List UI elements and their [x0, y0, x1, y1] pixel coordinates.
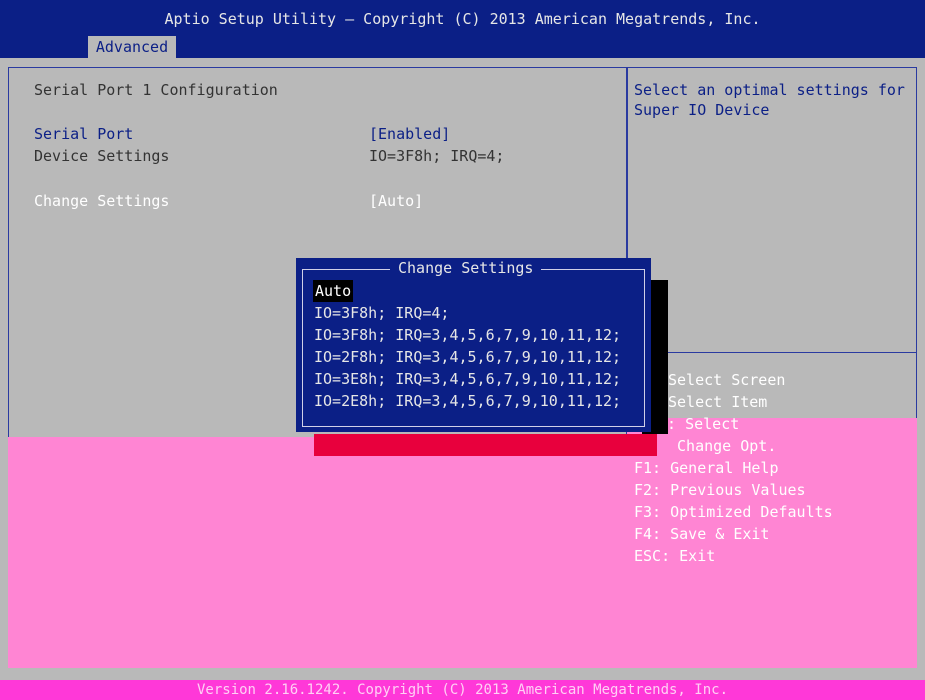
help-key-select-screen: Select Screen — [668, 371, 786, 389]
help-key-f2: F2: Previous Values — [634, 481, 806, 499]
popup-option-4[interactable]: IO=3E8h; IRQ=3,4,5,6,7,9,10,11,12; — [314, 368, 621, 390]
glitch-red-bar — [314, 434, 657, 456]
section-title: Serial Port 1 Configuration — [34, 81, 278, 99]
help-divider — [627, 352, 917, 353]
help-key-f4: F4: Save & Exit — [634, 525, 770, 543]
app-title: Aptio Setup Utility – Copyright (C) 2013… — [164, 10, 761, 28]
popup-option-2[interactable]: IO=3F8h; IRQ=3,4,5,6,7,9,10,11,12; — [314, 324, 621, 346]
help-key-esc: ESC: Exit — [634, 547, 716, 565]
help-key-change-opt: Change Opt. — [668, 437, 777, 455]
help-key-f3: F3: Optimized Defaults — [634, 503, 833, 521]
change-settings-label[interactable]: Change Settings — [34, 191, 169, 211]
device-settings-value: IO=3F8h; IRQ=4; — [369, 147, 505, 165]
popup-option-auto[interactable]: Auto — [313, 280, 354, 302]
popup-option-3[interactable]: IO=2F8h; IRQ=3,4,5,6,7,9,10,11,12; — [314, 346, 621, 368]
change-settings-value[interactable]: [Auto] — [369, 191, 423, 211]
tab-advanced[interactable]: Advanced — [88, 36, 176, 58]
serial-port-label[interactable]: Serial Port — [34, 124, 133, 144]
help-key-select: r: Select — [658, 415, 740, 433]
device-settings-label: Device Settings — [34, 147, 170, 165]
popup-option-1[interactable]: IO=3F8h; IRQ=4; — [314, 302, 449, 324]
popup-option-5[interactable]: IO=2E8h; IRQ=3,4,5,6,7,9,10,11,12; — [314, 390, 621, 412]
help-key-f1: F1: General Help — [634, 459, 779, 477]
footer-version: Version 2.16.1242. Copyright (C) 2013 Am… — [0, 680, 925, 700]
help-description: Select an optimal settings for Super IO … — [634, 81, 905, 119]
serial-port-value[interactable]: [Enabled] — [369, 124, 450, 144]
help-key-select-item: Select Item — [668, 393, 768, 411]
popup-title: Change Settings — [390, 259, 542, 277]
pink-overlay-left — [8, 437, 627, 668]
